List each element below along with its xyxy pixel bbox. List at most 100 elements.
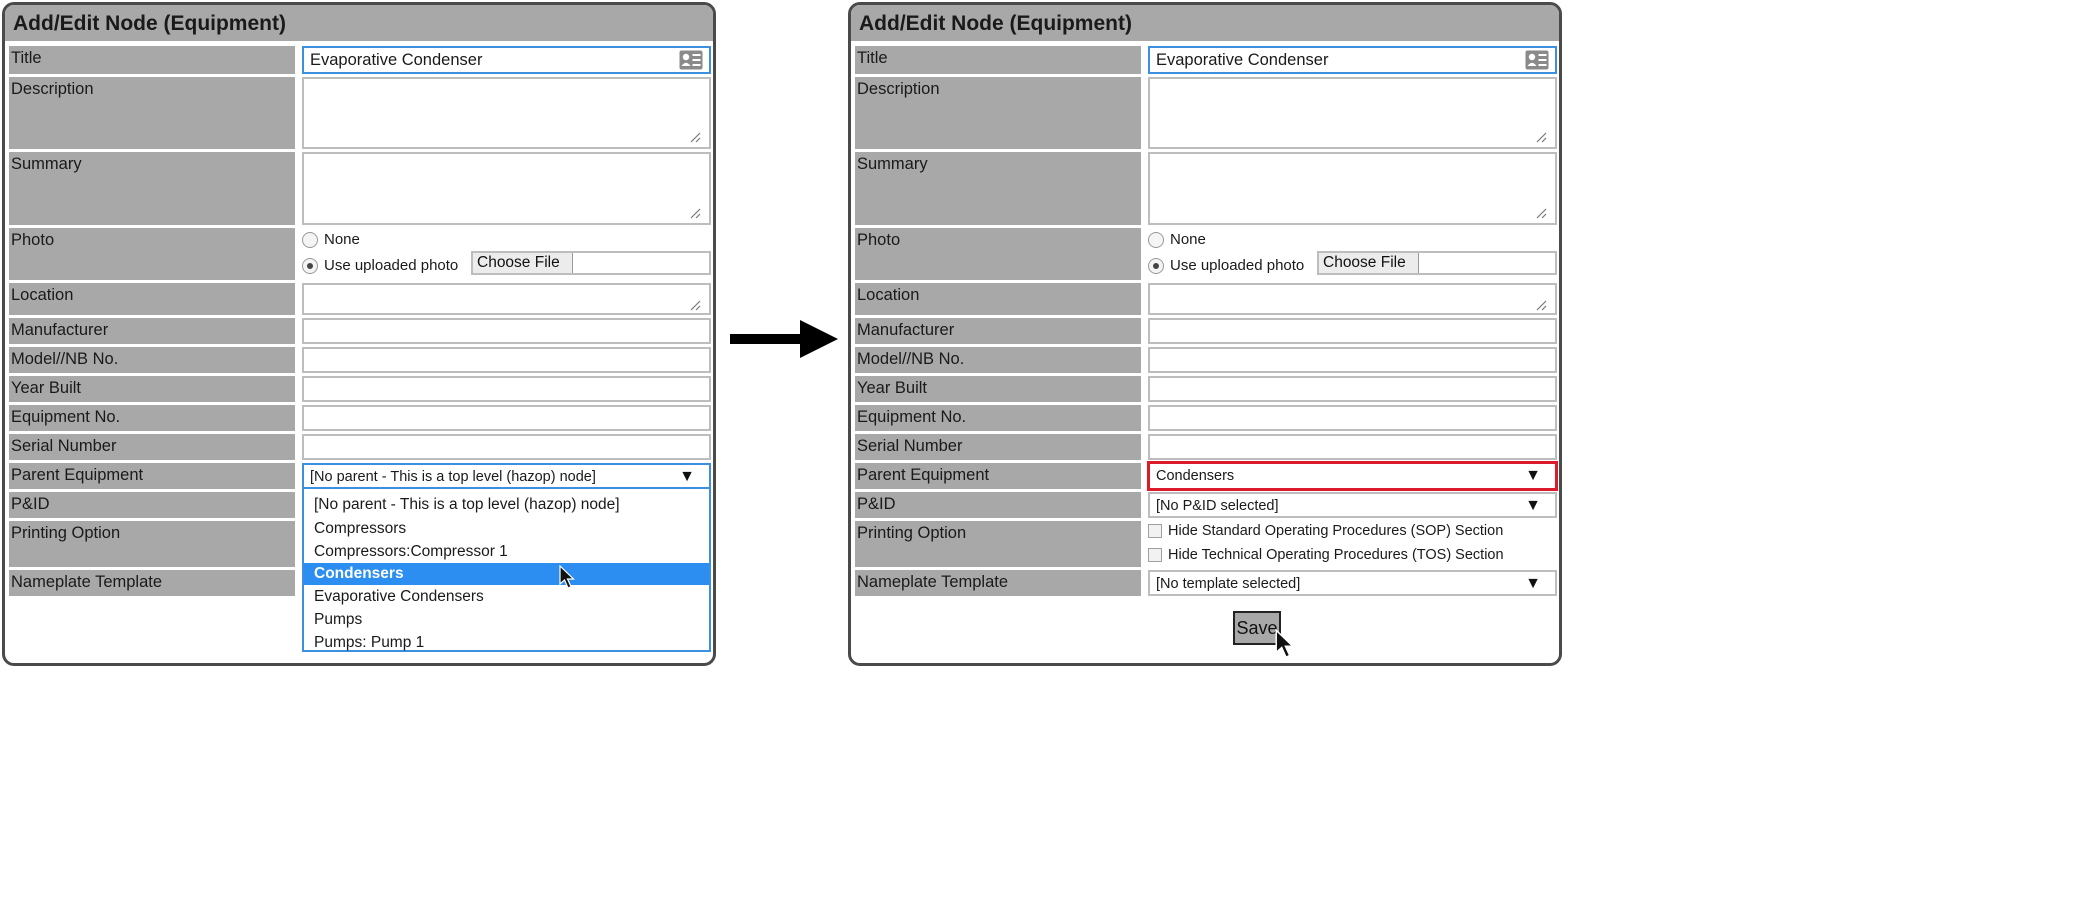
right-arrow-icon xyxy=(730,320,838,358)
left-panel-window: Add/Edit Node (Equipment) Title Evaporat… xyxy=(2,2,716,666)
dropdown-option[interactable]: Pumps: Pump 1 xyxy=(304,632,709,654)
description-textarea[interactable] xyxy=(1148,77,1557,149)
panel-title: Add/Edit Node (Equipment) xyxy=(851,5,1559,41)
title-input[interactable]: Evaporative Condenser xyxy=(1148,46,1557,74)
mouse-cursor-icon xyxy=(1275,629,1295,659)
resize-handle-icon[interactable] xyxy=(1535,131,1547,143)
choose-file-button[interactable]: Choose File xyxy=(473,253,573,273)
title-input-value: Evaporative Condenser xyxy=(1156,51,1329,69)
file-input[interactable]: Choose File xyxy=(1317,251,1557,275)
title-input[interactable]: Evaporative Condenser xyxy=(302,46,711,74)
contact-card-icon[interactable] xyxy=(1525,50,1549,70)
photo-none-radio[interactable] xyxy=(1148,232,1164,248)
location-label: Location xyxy=(855,283,1141,315)
save-button[interactable]: Save xyxy=(1233,611,1281,645)
dropdown-option[interactable]: Compressors:Compressor 1 xyxy=(304,541,709,563)
location-textarea[interactable] xyxy=(1148,283,1557,315)
mouse-cursor-icon xyxy=(559,565,575,589)
serial-number-input[interactable] xyxy=(1148,434,1557,460)
resize-handle-icon[interactable] xyxy=(1535,207,1547,219)
parent-equipment-select[interactable]: Condensers ▼ xyxy=(1147,461,1558,491)
equipment-no-input[interactable] xyxy=(302,405,711,431)
nameplate-template-select[interactable]: [No template selected] ▼ xyxy=(1148,570,1557,596)
title-label: Title xyxy=(855,46,1141,74)
resize-handle-icon[interactable] xyxy=(1535,299,1547,311)
contact-card-icon[interactable] xyxy=(679,50,703,70)
parent-equipment-dropdown-list[interactable]: [No parent - This is a top level (hazop)… xyxy=(302,487,711,652)
location-textarea[interactable] xyxy=(302,283,711,315)
model-input[interactable] xyxy=(302,347,711,373)
summary-label: Summary xyxy=(9,152,295,225)
photo-uploaded-label: Use uploaded photo xyxy=(1170,257,1305,274)
photo-none-label: None xyxy=(324,231,360,248)
description-label: Description xyxy=(855,77,1141,149)
parent-equipment-value: [No parent - This is a top level (hazop)… xyxy=(310,469,596,485)
dropdown-option[interactable]: Compressors xyxy=(304,518,709,540)
summary-textarea[interactable] xyxy=(1148,152,1557,225)
equipment-no-label: Equipment No. xyxy=(9,405,295,431)
title-label: Title xyxy=(9,46,295,74)
photo-uploaded-radio[interactable] xyxy=(302,258,318,274)
parent-equipment-label: Parent Equipment xyxy=(855,463,1141,489)
manufacturer-label: Manufacturer xyxy=(9,318,295,344)
photo-uploaded-radio[interactable] xyxy=(1148,258,1164,274)
title-input-value: Evaporative Condenser xyxy=(310,51,483,69)
pid-label: P&ID xyxy=(9,492,295,518)
photo-uploaded-label: Use uploaded photo xyxy=(324,257,459,274)
photo-none-label: None xyxy=(1170,231,1206,248)
model-label: Model//NB No. xyxy=(9,347,295,373)
pid-select[interactable]: [No P&ID selected] ▼ xyxy=(1148,492,1557,518)
nameplate-template-label: Nameplate Template xyxy=(855,570,1141,596)
dropdown-arrow-icon[interactable]: ▼ xyxy=(679,466,695,488)
printing-option-label: Printing Option xyxy=(855,521,1141,567)
year-built-label: Year Built xyxy=(855,376,1141,402)
dropdown-option-highlighted[interactable]: Condensers xyxy=(304,563,709,585)
year-built-input[interactable] xyxy=(1148,376,1557,402)
serial-number-label: Serial Number xyxy=(9,434,295,460)
hide-sop-label: Hide Standard Operating Procedures (SOP)… xyxy=(1168,523,1504,539)
parent-equipment-value: Condensers xyxy=(1156,468,1235,484)
resize-handle-icon[interactable] xyxy=(689,299,701,311)
description-textarea[interactable] xyxy=(302,77,711,149)
photo-label: Photo xyxy=(9,228,295,280)
equipment-no-label: Equipment No. xyxy=(855,405,1141,431)
serial-number-input[interactable] xyxy=(302,434,711,460)
summary-textarea[interactable] xyxy=(302,152,711,225)
nameplate-template-label: Nameplate Template xyxy=(9,570,295,596)
serial-number-label: Serial Number xyxy=(855,434,1141,460)
photo-none-radio[interactable] xyxy=(302,232,318,248)
summary-label: Summary xyxy=(855,152,1141,225)
location-label: Location xyxy=(9,283,295,315)
dropdown-option[interactable]: Evaporative Condensers xyxy=(304,586,709,608)
description-label: Description xyxy=(9,77,295,149)
parent-equipment-select[interactable]: [No parent - This is a top level (hazop)… xyxy=(302,463,711,489)
resize-handle-icon[interactable] xyxy=(689,207,701,219)
hide-tos-label: Hide Technical Operating Procedures (TOS… xyxy=(1168,547,1504,563)
pid-value: [No P&ID selected] xyxy=(1156,498,1279,514)
printing-option-label: Printing Option xyxy=(9,521,295,567)
manufacturer-label: Manufacturer xyxy=(855,318,1141,344)
dropdown-option[interactable]: [No parent - This is a top level (hazop)… xyxy=(304,494,709,516)
hide-sop-checkbox[interactable] xyxy=(1148,524,1162,538)
file-input[interactable]: Choose File xyxy=(471,251,711,275)
panel-title: Add/Edit Node (Equipment) xyxy=(5,5,713,41)
manufacturer-input[interactable] xyxy=(1148,318,1557,344)
right-panel-window: Add/Edit Node (Equipment) Title Evaporat… xyxy=(848,2,1562,666)
parent-equipment-label: Parent Equipment xyxy=(9,463,295,489)
photo-label: Photo xyxy=(855,228,1141,280)
dropdown-arrow-icon[interactable]: ▼ xyxy=(1525,495,1541,517)
hide-tos-checkbox[interactable] xyxy=(1148,548,1162,562)
resize-handle-icon[interactable] xyxy=(689,131,701,143)
dropdown-arrow-icon[interactable]: ▼ xyxy=(1525,573,1541,595)
dropdown-option[interactable]: Pumps xyxy=(304,609,709,631)
year-built-input[interactable] xyxy=(302,376,711,402)
pid-label: P&ID xyxy=(855,492,1141,518)
manufacturer-input[interactable] xyxy=(302,318,711,344)
year-built-label: Year Built xyxy=(9,376,295,402)
model-input[interactable] xyxy=(1148,347,1557,373)
dropdown-arrow-icon[interactable]: ▼ xyxy=(1525,465,1541,487)
choose-file-button[interactable]: Choose File xyxy=(1319,253,1419,273)
equipment-no-input[interactable] xyxy=(1148,405,1557,431)
model-label: Model//NB No. xyxy=(855,347,1141,373)
nameplate-template-value: [No template selected] xyxy=(1156,576,1301,592)
